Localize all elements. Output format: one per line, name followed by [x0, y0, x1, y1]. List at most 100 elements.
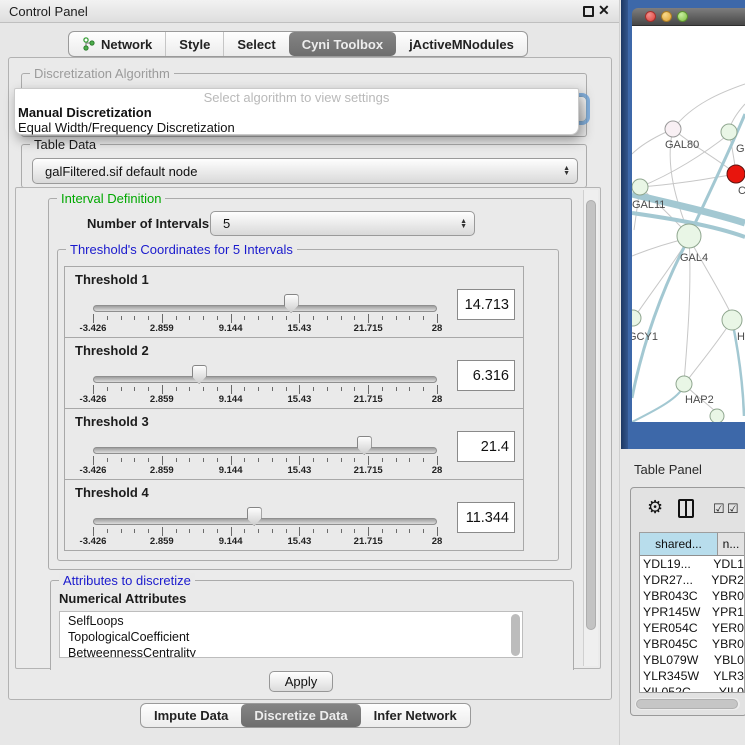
- column-header-name[interactable]: n...: [718, 533, 744, 555]
- cell-shared-name[interactable]: YDL19...: [640, 556, 709, 572]
- apply-button[interactable]: Apply: [269, 671, 333, 692]
- network-window-titlebar[interactable]: [632, 8, 745, 26]
- tick-mark: [244, 529, 245, 533]
- column-header-shared-name[interactable]: shared...: [640, 533, 718, 555]
- list-scrollbar-thumb[interactable]: [511, 614, 520, 656]
- dropdown-item-equal-width[interactable]: Equal Width/Frequency Discretization: [17, 120, 576, 135]
- cell-shared-name[interactable]: YPR145W: [640, 604, 708, 620]
- threshold-value-field[interactable]: 14.713: [457, 289, 515, 320]
- cell-shared-name[interactable]: YBR045C: [640, 636, 708, 652]
- tick-mark: [176, 458, 177, 462]
- horizontal-scrollbar[interactable]: [635, 698, 740, 710]
- network-node-red[interactable]: [727, 165, 745, 183]
- network-node-gcy1[interactable]: [632, 310, 641, 326]
- table-row[interactable]: YBL079WYBL0: [640, 652, 744, 668]
- cell-name[interactable]: YBR0: [708, 636, 744, 652]
- tick-mark: [107, 316, 108, 320]
- tab-network[interactable]: Network: [69, 32, 165, 56]
- cell-shared-name[interactable]: YLR345W: [640, 668, 709, 684]
- slider-track[interactable]: [93, 518, 437, 525]
- slider-track[interactable]: [93, 376, 437, 383]
- gear-icon[interactable]: ⚙: [647, 497, 663, 518]
- tab-jactivemnodules[interactable]: jActiveMNodules: [396, 32, 527, 56]
- cell-name[interactable]: YDR2: [707, 572, 744, 588]
- cell-name[interactable]: YBL0: [710, 652, 744, 668]
- scrollbar-thumb[interactable]: [636, 699, 738, 709]
- tick-mark: [327, 458, 328, 462]
- threshold-value-field[interactable]: 11.344: [457, 502, 515, 533]
- tab-impute-data[interactable]: Impute Data: [141, 704, 241, 727]
- cell-name[interactable]: YPR1: [708, 604, 744, 620]
- tick-mark: [368, 456, 369, 465]
- threshold-slider[interactable]: -3.4262.8599.14415.4321.71528: [93, 409, 437, 481]
- close-icon[interactable]: ✕: [598, 2, 610, 19]
- tick-label: -3.426: [80, 394, 107, 405]
- mac-close-button[interactable]: [645, 11, 656, 22]
- cell-shared-name[interactable]: YDR27...: [640, 572, 707, 588]
- cell-shared-name[interactable]: YBL079W: [640, 652, 710, 668]
- tab-select[interactable]: Select: [223, 32, 288, 56]
- table-data-combobox[interactable]: galFiltered.sif default node ▲▼: [32, 158, 578, 184]
- network-node-gal4[interactable]: [677, 224, 701, 248]
- threshold-slider[interactable]: -3.4262.8599.14415.4321.71528: [93, 267, 437, 339]
- cell-name[interactable]: YER0: [708, 620, 744, 636]
- cell-name[interactable]: YDL1: [709, 556, 744, 572]
- threshold-value-field[interactable]: 21.4: [457, 431, 515, 462]
- tab-cyni-toolbox[interactable]: Cyni Toolbox: [289, 32, 396, 56]
- table-row[interactable]: YBR045CYBR0: [640, 636, 744, 652]
- cell-name[interactable]: YIL0: [715, 684, 744, 693]
- slider-track[interactable]: [93, 305, 437, 312]
- mac-zoom-button[interactable]: [677, 11, 688, 22]
- network-node-gal11[interactable]: [632, 179, 648, 195]
- tick-mark: [313, 458, 314, 462]
- tick-mark: [231, 456, 232, 465]
- table-row[interactable]: YIL052CYIL0: [640, 684, 744, 693]
- table-row[interactable]: YDL19...YDL1: [640, 556, 744, 572]
- tick-mark: [176, 387, 177, 391]
- cell-name[interactable]: YBR0: [708, 588, 744, 604]
- table-row[interactable]: YLR345WYLR3: [640, 668, 744, 684]
- network-node-bottom[interactable]: [710, 409, 724, 422]
- table-row[interactable]: YBR043CYBR0: [640, 588, 744, 604]
- numerical-attributes-list[interactable]: SelfLoopsTopologicalCoefficientBetweenne…: [59, 611, 523, 658]
- network-node-hap2[interactable]: [676, 376, 692, 392]
- threshold-slider[interactable]: -3.4262.8599.14415.4321.71528: [93, 338, 437, 410]
- cell-shared-name[interactable]: YBR043C: [640, 588, 708, 604]
- table-row[interactable]: YER054CYER0: [640, 620, 744, 636]
- dropdown-item-manual[interactable]: Manual Discretization: [17, 105, 576, 120]
- threshold-value-field[interactable]: 6.316: [457, 360, 515, 391]
- checkbox-checked-icon[interactable]: ☑: [727, 502, 739, 515]
- table-row[interactable]: YPR145WYPR1: [640, 604, 744, 620]
- cell-name[interactable]: YLR3: [709, 668, 744, 684]
- number-of-intervals-combobox[interactable]: 5 ▲▼: [210, 211, 475, 236]
- tab-infer-network[interactable]: Infer Network: [361, 704, 470, 727]
- network-node-h[interactable]: [722, 310, 742, 330]
- tick-mark: [272, 316, 273, 320]
- cell-shared-name[interactable]: YIL052C: [640, 684, 715, 693]
- float-window-icon[interactable]: [583, 6, 594, 17]
- network-canvas[interactable]: GAL80 GAL11 GAL4 GCY1 HAP2 G C H: [632, 26, 745, 422]
- tab-discretize-data[interactable]: Discretize Data: [241, 704, 360, 727]
- slider-track[interactable]: [93, 447, 437, 454]
- vertical-scrollbar[interactable]: [583, 190, 598, 666]
- tick-mark: [148, 316, 149, 320]
- tab-style[interactable]: Style: [165, 32, 223, 56]
- table-row[interactable]: YDR27...YDR2: [640, 572, 744, 588]
- tick-mark: [176, 316, 177, 320]
- attribute-item[interactable]: TopologicalCoefficient: [68, 629, 522, 645]
- cell-shared-name[interactable]: YER054C: [640, 620, 708, 636]
- attribute-item[interactable]: BetweennessCentrality: [68, 645, 522, 658]
- scrollbar-thumb[interactable]: [586, 200, 596, 630]
- bottom-tabbar: Impute Data Discretize Data Infer Networ…: [140, 703, 471, 728]
- threshold-slider[interactable]: -3.4262.8599.14415.4321.71528: [93, 480, 437, 552]
- columns-icon[interactable]: [678, 499, 694, 518]
- network-node-gal80[interactable]: [665, 121, 681, 137]
- attribute-item[interactable]: SelfLoops: [68, 613, 522, 629]
- tick-mark: [409, 529, 410, 533]
- tick-mark: [189, 387, 190, 391]
- tick-mark: [148, 458, 149, 462]
- network-node-g[interactable]: [721, 124, 737, 140]
- checkbox-checked-icon[interactable]: ☑: [713, 502, 725, 515]
- tick-label: -3.426: [80, 323, 107, 334]
- mac-minimize-button[interactable]: [661, 11, 672, 22]
